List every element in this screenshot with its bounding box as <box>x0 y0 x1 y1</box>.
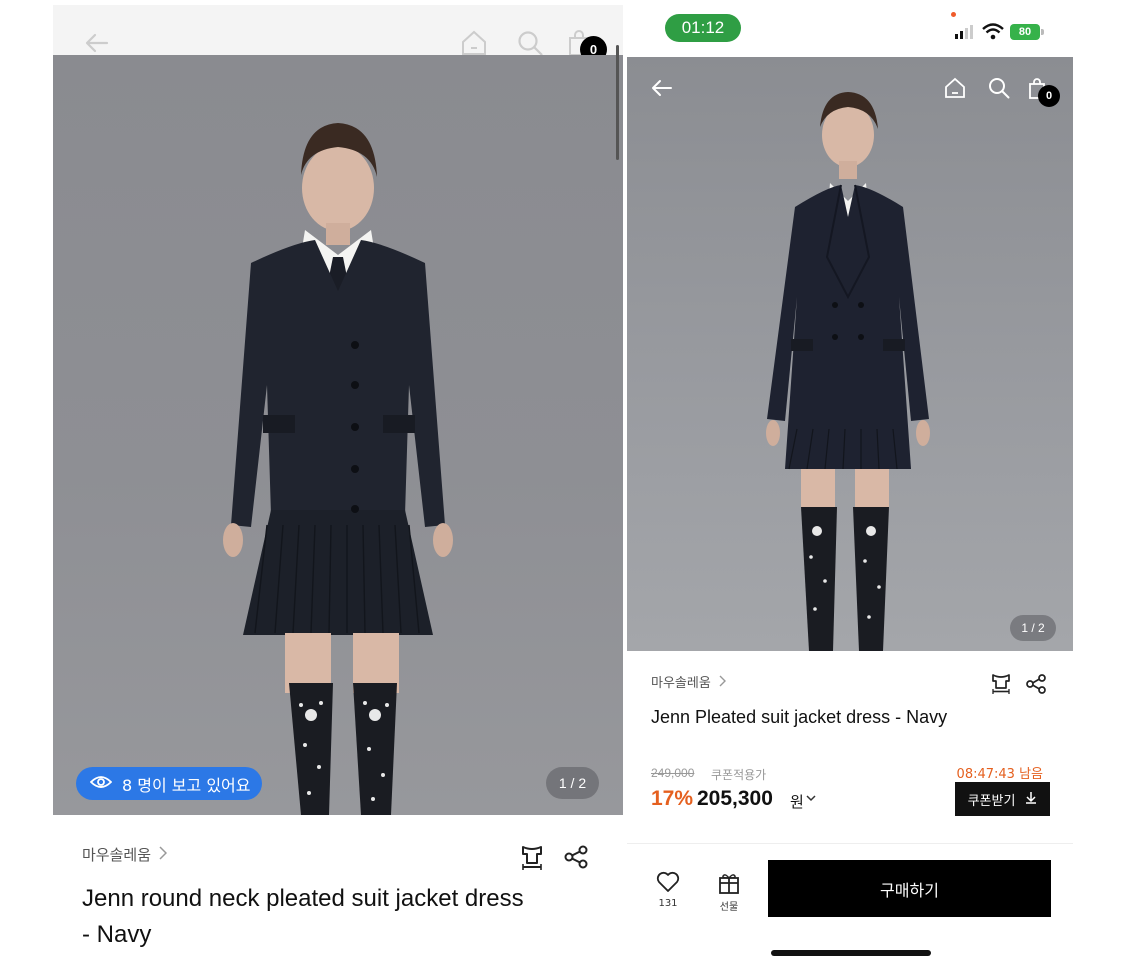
likes-count: 131 <box>658 898 678 909</box>
discount-percent: 17% <box>651 787 694 810</box>
home-indicator <box>771 950 931 956</box>
gift-icon[interactable] <box>717 871 741 895</box>
chevron-right-icon <box>159 845 168 864</box>
status-time: 01:12 <box>665 14 741 42</box>
viewers-text: 8 명이 보고 있어요 <box>122 775 251 795</box>
sale-countdown: 08:47:43 남음 <box>956 767 1043 782</box>
image-pager: 1 / 2 <box>546 767 599 799</box>
original-price: 249,000 <box>651 766 695 780</box>
currency-label: 원 <box>790 793 804 811</box>
coupon-price-note: 쿠폰적용가 <box>711 768 767 782</box>
buy-button[interactable]: 구매하기 <box>768 860 1051 917</box>
left-product-screen: 0 8 명이 보고 있어요 1 / 2 마우솔레움 Jenn round nec… <box>53 5 623 961</box>
product-title-line1: Jenn round neck pleated suit jacket dres… <box>82 885 524 912</box>
size-guide-icon[interactable] <box>989 671 1013 695</box>
coupon-download-button[interactable]: 쿠폰받기 <box>955 782 1050 816</box>
sale-price: 205,300 <box>697 787 773 810</box>
size-guide-icon[interactable] <box>517 841 547 871</box>
brand-link[interactable]: 마우솔레움 <box>651 672 726 691</box>
home-icon[interactable] <box>942 75 968 101</box>
product-title: Jenn Pleated suit jacket dress - Navy <box>651 707 948 727</box>
wifi-icon <box>981 21 1005 41</box>
product-title-line2: - Navy <box>82 921 152 948</box>
right-product-screen: 01:12 80 0 1 / 2 마우솔레움 Jenn Pleated suit… <box>627 5 1073 961</box>
chevron-right-icon <box>719 673 726 691</box>
scrollbar-thumb[interactable] <box>616 45 619 160</box>
model-illustration <box>766 92 930 651</box>
gift-label: 선물 <box>719 902 739 913</box>
battery-icon: 80 <box>1010 24 1040 40</box>
section-divider <box>627 843 1073 844</box>
battery-tip <box>1041 29 1044 35</box>
brand-name: 마우솔레움 <box>651 676 711 691</box>
privacy-indicator-dot <box>951 12 956 17</box>
signal-icon <box>953 23 975 41</box>
top-nav-bar: 0 <box>53 5 623 63</box>
share-icon[interactable] <box>562 843 590 871</box>
product-photo[interactable]: 0 1 / 2 <box>627 57 1073 651</box>
product-photo[interactable] <box>53 55 623 815</box>
eye-icon <box>89 774 113 793</box>
download-icon <box>1025 791 1037 808</box>
model-illustration <box>223 123 453 815</box>
back-arrow-icon[interactable] <box>647 73 677 103</box>
viewers-badge: 8 명이 보고 있어요 <box>76 767 262 800</box>
image-pager: 1 / 2 <box>1010 615 1056 641</box>
search-icon[interactable] <box>986 75 1012 101</box>
brand-name: 마우솔레움 <box>82 846 152 864</box>
chevron-down-icon[interactable] <box>806 791 816 805</box>
brand-link[interactable]: 마우솔레움 <box>82 844 168 865</box>
coupon-button-label: 쿠폰받기 <box>967 793 1016 809</box>
share-icon[interactable] <box>1024 672 1048 696</box>
cart-count-badge: 0 <box>1038 85 1060 107</box>
heart-icon[interactable] <box>656 871 680 893</box>
